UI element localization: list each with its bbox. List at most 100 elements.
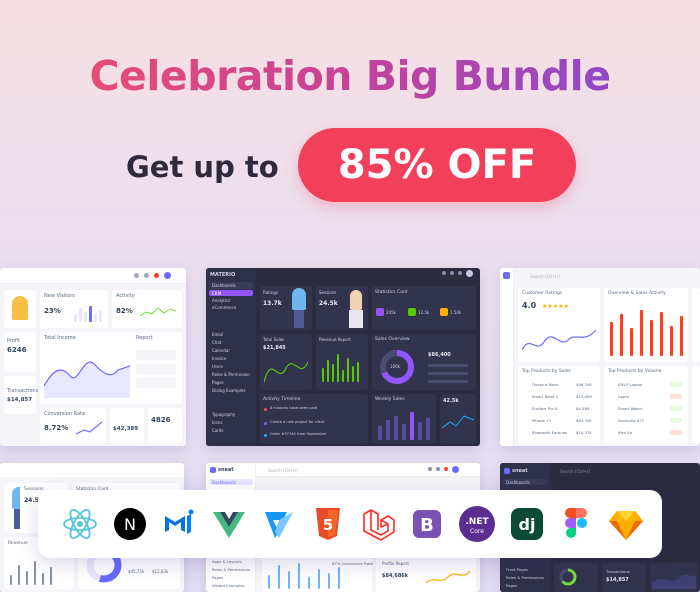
activity-timeline-title: Activity Timeline (263, 397, 301, 402)
br-transactions-label: Transactions (606, 569, 630, 574)
dotnet-label: .NET (465, 517, 489, 527)
activity-value: 82% (116, 307, 133, 315)
ratings-value: 13.7k (263, 300, 282, 307)
bootstrap-letter: B (421, 515, 435, 536)
br-nav-pages[interactable]: Pages (506, 583, 517, 588)
nav-roles[interactable]: Roles & Permission (212, 372, 250, 377)
vue-icon[interactable] (207, 502, 251, 546)
materio-brand: MATERIO (210, 272, 236, 278)
price-3: $4,589 (576, 406, 590, 411)
product-3: Surface Pro X (532, 406, 558, 411)
rating-stars-icon: ★★★★★ (542, 303, 569, 310)
visitors-value: 23% (44, 307, 61, 315)
django-icon[interactable]: dj (505, 502, 549, 546)
total-sales-label: Total Sales (263, 337, 285, 342)
conversion-value: 8.72% (44, 424, 69, 432)
sessions-value: 24.5k (319, 300, 338, 307)
nextjs-icon[interactable]: N (108, 502, 152, 546)
bc-conversion: 87% Conversion Rate (332, 561, 373, 566)
sales-number: $86,400 (428, 352, 451, 358)
nav-crm[interactable]: CRM (212, 291, 221, 296)
product-5: Bluetooth Earbuds (532, 430, 568, 435)
bc-nav-wizard[interactable]: Wizard Examples (212, 583, 245, 588)
rating-value: 4.0 (522, 301, 537, 310)
sales-overview-title: Sales Overview (375, 337, 410, 342)
customer-ratings-title: Customer Ratings (522, 291, 563, 296)
bl-value-a: $45,75k (128, 569, 145, 574)
nav-pages[interactable]: Pages (212, 380, 224, 385)
nav-invoice[interactable]: Invoice (212, 356, 226, 361)
stat-product: 1.54k (450, 310, 462, 315)
html5-number: 5 (323, 516, 333, 534)
bc-profile-report: Profile Report (382, 561, 409, 566)
top-products-volume-title: Top Products by Volume (608, 369, 662, 374)
br-search-input[interactable]: Search (Ctrl+/) (560, 469, 590, 474)
vuetify-icon[interactable] (257, 502, 301, 546)
bc-search-input[interactable]: Search (Ctrl+/) (268, 468, 298, 473)
transactions-label: Transactions (7, 388, 39, 394)
dotnet-icon[interactable]: .NET Core (455, 502, 499, 546)
nav-ecommerce[interactable]: eCommerce (212, 305, 236, 310)
total-sales-value: $21,845 (263, 345, 286, 351)
laravel-icon[interactable] (356, 502, 400, 546)
revenue-value: $42,389 (113, 426, 139, 432)
timeline-item-2: Create a new project for client (270, 420, 325, 424)
stat-sales: 245k (386, 310, 396, 315)
volume-item-1: ENVY Laptop (618, 382, 643, 387)
revenue-report-label: Revenue Report (319, 337, 351, 342)
nextjs-letter: N (124, 515, 136, 534)
price-4: $84,345 (576, 418, 592, 423)
bl-sessions-label: Sessions (24, 487, 44, 492)
right-search-placeholder[interactable]: Search (Ctrl+/) (530, 274, 560, 279)
discount-badge[interactable]: 85% OFF (298, 128, 576, 202)
bl-value-b: $12,83k (152, 569, 169, 574)
dotnet-core-label: Core (470, 528, 484, 535)
bc-nav-apps[interactable]: Apps & Layouts (212, 559, 242, 564)
bc-nav-dashboards[interactable]: Dashboards (212, 480, 236, 485)
timeline-item-3: Order #37745 from September (270, 432, 327, 436)
dashboard-preview-center: MATERIO Dashboards CRM Analytics eCommer… (206, 268, 480, 446)
tech-stack-bar: N 5 B .NET Core dj (38, 490, 662, 558)
volume-item-3: Smart Watch (618, 406, 643, 411)
nav-users[interactable]: Users (212, 364, 223, 369)
sessions-label: Sessions (319, 290, 337, 295)
bc-profile-value: $84,686k (382, 573, 409, 579)
nav-analytics[interactable]: Analytics (212, 298, 230, 303)
volume-item-2: Apple (618, 394, 629, 399)
product-2: Smart Band 4 (532, 394, 559, 399)
ratings-label: Ratings (263, 290, 278, 295)
bc-nav-roles[interactable]: Roles & Permissions (212, 567, 250, 572)
br-transactions-value: $14,857 (606, 577, 629, 583)
mui-icon[interactable] (157, 502, 201, 546)
product-4: iPhone 13 (532, 418, 551, 423)
br-nav-roles[interactable]: Roles & Permissions (506, 575, 544, 580)
new-visitors-label: New Visitors (44, 293, 75, 299)
timeline-item-1: 8 Invoices have been paid (270, 406, 318, 410)
figma-icon[interactable] (554, 502, 598, 546)
br-nav-front-pages[interactable]: Front Pages (506, 567, 528, 572)
nav-calendar[interactable]: Calendar (212, 348, 230, 353)
nav-typography[interactable]: Typography (212, 412, 235, 417)
bc-nav-pages[interactable]: Pages (212, 575, 223, 580)
react-icon[interactable] (58, 502, 102, 546)
donut-value: 100k (390, 364, 400, 369)
nav-email[interactable]: Email (212, 332, 223, 337)
profit-label: Profit (7, 338, 21, 344)
get-up-to-text: Get up to (126, 150, 279, 184)
bl-revenue-label: Revenue (8, 541, 28, 546)
price-5: $10,374 (576, 430, 592, 435)
sketch-icon[interactable] (604, 502, 648, 546)
top-products-sales-title: Top Products by Sales (522, 369, 571, 374)
product-1: Oneplus Nord (532, 382, 558, 387)
html5-icon[interactable]: 5 (306, 502, 350, 546)
nav-dashboards[interactable]: Dashboards (212, 283, 236, 288)
bootstrap-icon[interactable]: B (405, 502, 449, 546)
nav-cards[interactable]: Cards (212, 428, 223, 433)
nav-icons[interactable]: Icons (212, 420, 222, 425)
nav-dialog-examples[interactable]: Dialog Examples (212, 388, 245, 393)
price-1: $98,348 (576, 382, 592, 387)
volume-item-4: Samsung A72 (618, 418, 645, 423)
br-nav-dashboards[interactable]: Dashboards (506, 480, 530, 485)
sneat-brand: sneat (218, 467, 234, 473)
nav-chat[interactable]: Chat (212, 340, 221, 345)
